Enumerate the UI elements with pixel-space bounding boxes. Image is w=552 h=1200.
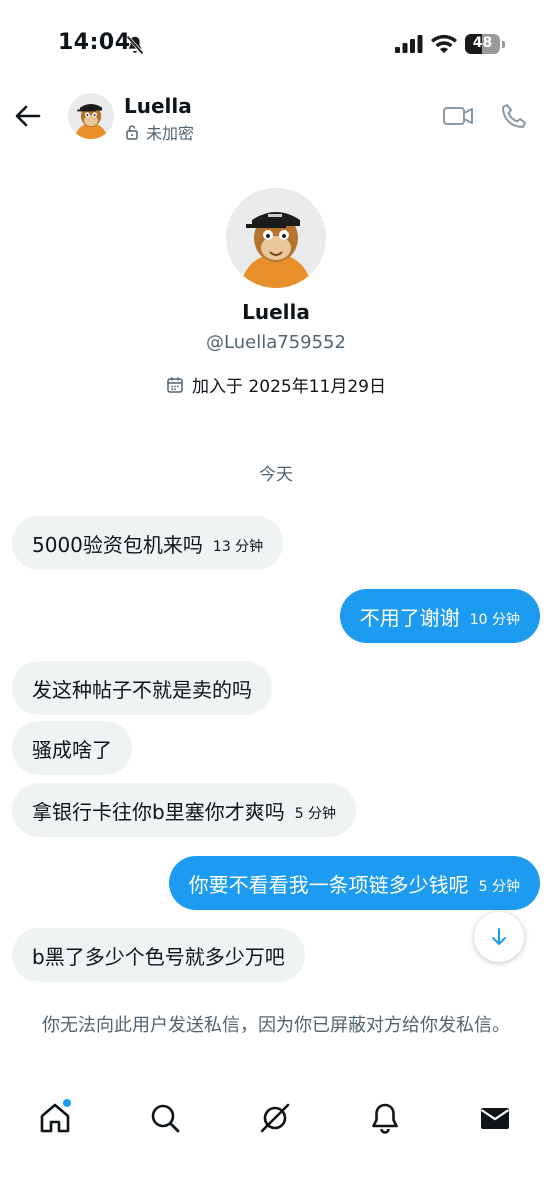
encryption-status: 未加密 (124, 120, 194, 144)
phone-call-icon[interactable] (500, 102, 528, 130)
wifi-icon (431, 34, 457, 53)
profile-avatar[interactable] (226, 188, 326, 288)
unlocked-icon (126, 125, 138, 140)
muted-bell-icon (126, 35, 144, 55)
battery-indicator: 48 (465, 34, 505, 54)
message-time: 5 分钟 (294, 806, 337, 822)
grok-icon (260, 1103, 290, 1133)
message-incoming[interactable]: b黑了多少个色号就多少万吧 (12, 928, 305, 982)
messages-icon (480, 1108, 510, 1129)
message-incoming[interactable]: 发这种帖子不就是卖的吗 (12, 661, 272, 715)
nav-notifications[interactable] (367, 1100, 403, 1136)
cellular-signal-icon (395, 35, 423, 53)
arrow-down-icon (492, 928, 506, 945)
nav-search[interactable] (147, 1100, 183, 1136)
bottom-navigation (0, 1090, 552, 1150)
profile-name: Luella (242, 300, 310, 324)
notifications-icon (372, 1103, 398, 1134)
status-bar: 14:04 48 (0, 0, 552, 90)
message-text: b黑了多少个色号就多少万吧 (32, 944, 285, 969)
message-text: 你要不看看我一条项链多少钱呢 (188, 872, 469, 897)
header-contact-name[interactable]: Luella (124, 94, 192, 118)
conversation-header: Luella 未加密 (0, 90, 552, 146)
profile-handle[interactable]: @Luella759552 (0, 332, 552, 353)
blocked-notice: 你无法向此用户发送私信，因为你已屏蔽对方给你发私信。 (0, 990, 552, 1074)
notification-dot (62, 1098, 72, 1108)
joined-text: 加入于 2025年11月29日 (192, 377, 386, 397)
message-text: 发这种帖子不就是卖的吗 (32, 677, 252, 702)
message-text: 骚成啥了 (32, 737, 112, 762)
message-text: 不用了谢谢 (359, 605, 460, 630)
message-time: 10 分钟 (469, 612, 520, 628)
profile-joined-date: 加入于 2025年11月29日 (0, 372, 552, 397)
nav-messages[interactable] (477, 1100, 513, 1136)
status-time: 14:04 (58, 30, 131, 55)
battery-level: 48 (472, 35, 493, 51)
back-arrow-icon[interactable] (14, 102, 42, 130)
video-call-icon[interactable] (442, 102, 474, 130)
message-outgoing[interactable]: 不用了谢谢 10 分钟 (339, 589, 540, 643)
calendar-icon (167, 377, 183, 393)
message-outgoing[interactable]: 你要不看看我一条项链多少钱呢 5 分钟 (168, 856, 540, 910)
message-incoming[interactable]: 5000验资包机来吗 13 分钟 (12, 516, 284, 570)
message-incoming[interactable]: 骚成啥了 (12, 721, 132, 775)
message-incoming[interactable]: 拿银行卡往你b里塞你才爽吗 5 分钟 (12, 783, 357, 837)
scroll-to-bottom-button[interactable] (474, 912, 524, 962)
search-icon (151, 1104, 180, 1133)
encryption-label: 未加密 (146, 124, 195, 143)
message-time: 5 分钟 (478, 879, 520, 895)
header-avatar[interactable] (68, 93, 114, 139)
blocked-notice-text: 你无法向此用户发送私信，因为你已屏蔽对方给你发私信。 (42, 1015, 510, 1036)
message-time: 13 分钟 (212, 539, 264, 555)
day-divider: 今天 (259, 465, 293, 485)
message-text: 拿银行卡往你b里塞你才爽吗 (32, 799, 285, 824)
nav-home[interactable] (37, 1098, 73, 1136)
message-text: 5000验资包机来吗 (32, 532, 203, 557)
nav-grok[interactable] (257, 1100, 293, 1136)
